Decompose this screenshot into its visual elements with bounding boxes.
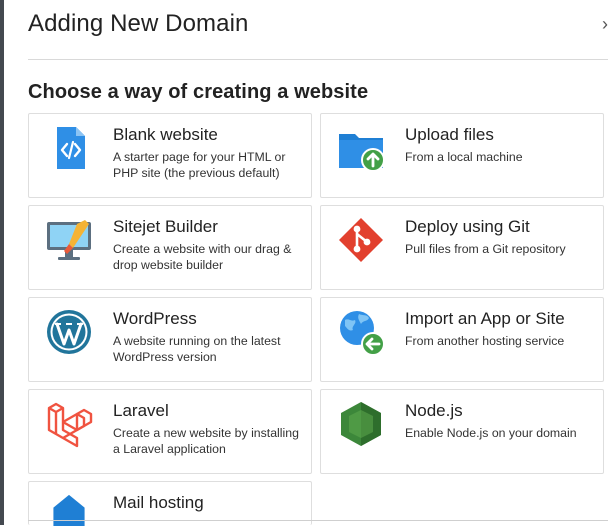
globe-import-icon	[340, 311, 385, 356]
header-divider	[28, 59, 608, 60]
option-title: Mail hosting	[113, 493, 204, 512]
option-description: Create a website with our drag & drop we…	[113, 242, 292, 272]
laravel-icon	[47, 402, 93, 448]
monitor-brush-icon	[47, 220, 91, 260]
option-title: Node.js	[405, 401, 463, 420]
collapse-chevron-icon[interactable]: ›	[602, 14, 608, 35]
option-import-app[interactable]: Import an App or Site From another hosti…	[320, 297, 604, 382]
option-title: WordPress	[113, 309, 197, 328]
option-wordpress[interactable]: WordPress A website running on the lates…	[28, 297, 312, 382]
option-description: From another hosting service	[405, 334, 565, 348]
dialog-title: Adding New Domain	[28, 10, 249, 37]
option-blank-website[interactable]: Blank website A starter page for your HT…	[28, 113, 312, 198]
git-icon	[339, 218, 383, 262]
option-title: Deploy using Git	[405, 217, 530, 236]
option-title: Sitejet Builder	[113, 217, 218, 236]
bottom-divider	[28, 520, 608, 521]
option-description: Enable Node.js on your domain	[405, 426, 577, 440]
option-description: A starter page for your HTML or PHP site…	[113, 150, 286, 180]
nodejs-icon	[341, 402, 381, 446]
window-left-edge	[0, 0, 4, 525]
option-title: Import an App or Site	[405, 309, 565, 328]
option-title: Upload files	[405, 125, 494, 144]
option-sitejet-builder[interactable]: Sitejet Builder Create a website with ou…	[28, 205, 312, 290]
option-title: Blank website	[113, 125, 218, 144]
option-title: Laravel	[113, 401, 169, 420]
option-deploy-git[interactable]: Deploy using Git Pull files from a Git r…	[320, 205, 604, 290]
option-upload-files[interactable]: Upload files From a local machine	[320, 113, 604, 198]
wordpress-icon	[47, 310, 91, 354]
option-description: From a local machine	[405, 150, 523, 164]
code-file-icon	[57, 127, 85, 169]
option-description: A website running on the latest WordPres…	[113, 334, 281, 364]
option-description: Pull files from a Git repository	[405, 242, 566, 256]
section-title: Choose a way of creating a website	[28, 81, 369, 103]
option-nodejs[interactable]: Node.js Enable Node.js on your domain	[320, 389, 604, 474]
option-description: Create a new website by installing a Lar…	[113, 426, 299, 456]
option-mail-hosting[interactable]: Mail hosting	[28, 481, 312, 526]
folder-upload-icon	[339, 134, 385, 172]
option-laravel[interactable]: Laravel Create a new website by installi…	[28, 389, 312, 474]
